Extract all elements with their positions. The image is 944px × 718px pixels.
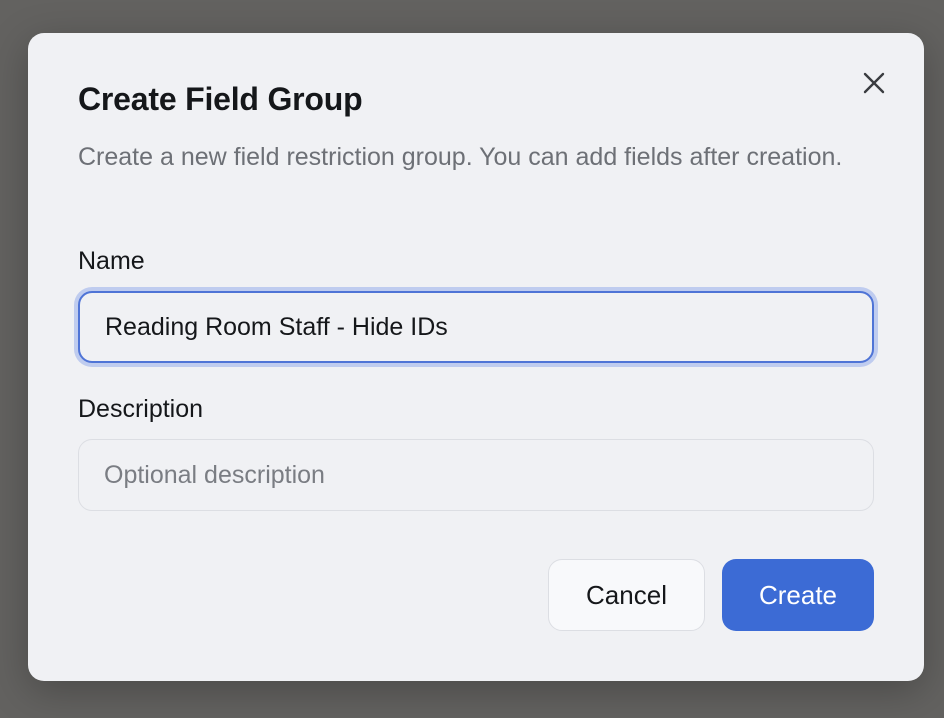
create-button[interactable]: Create <box>722 559 874 631</box>
name-input[interactable] <box>78 291 874 363</box>
close-button[interactable] <box>858 67 890 99</box>
description-input[interactable] <box>78 439 874 511</box>
description-label: Description <box>78 395 204 423</box>
create-field-group-dialog: Create Field Group Create a new field re… <box>28 33 924 681</box>
cancel-button[interactable]: Cancel <box>548 559 705 631</box>
dialog-description: Create a new field restriction group. Yo… <box>78 143 843 171</box>
close-icon <box>863 72 885 94</box>
name-label: Name <box>78 247 145 275</box>
dialog-title: Create Field Group <box>78 81 363 117</box>
